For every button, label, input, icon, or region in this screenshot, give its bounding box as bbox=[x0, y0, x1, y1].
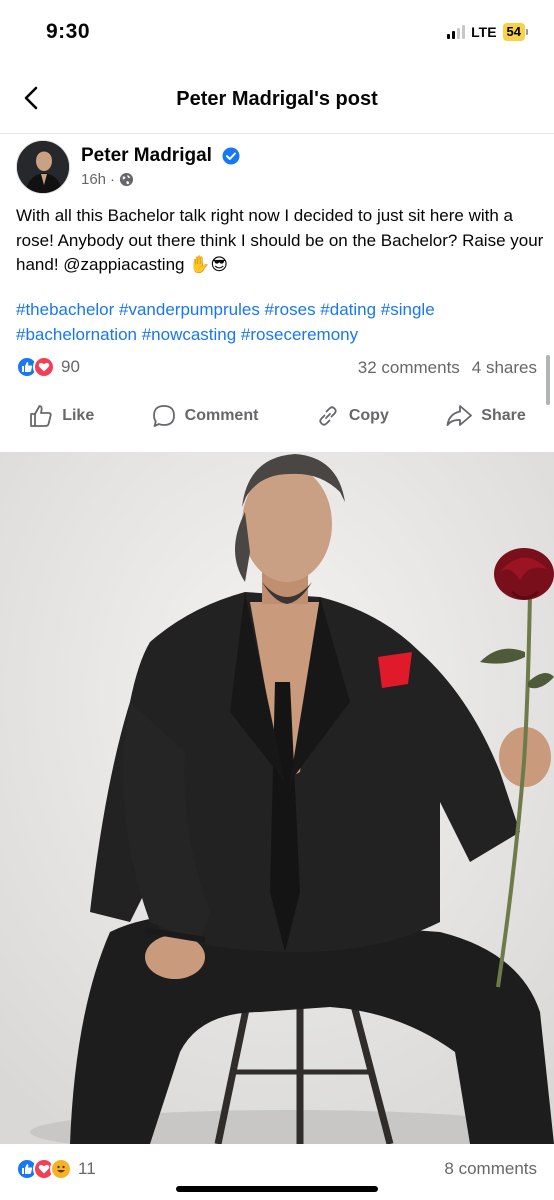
post-time[interactable]: 16h bbox=[81, 171, 106, 188]
copy-label: Copy bbox=[348, 407, 389, 424]
home-indicator[interactable] bbox=[176, 1186, 378, 1192]
comment-button[interactable]: Comment bbox=[151, 403, 259, 429]
post-header-bar: Peter Madrigal's post bbox=[0, 62, 554, 134]
post-hashtags[interactable]: #thebachelor #vanderpumprules #roses #da… bbox=[16, 298, 544, 347]
status-bar: 9:30 LTE 54 bbox=[0, 0, 554, 62]
haha-reaction-icon bbox=[50, 1158, 72, 1180]
action-bar: Like Comment Copy Share bbox=[0, 396, 554, 436]
share-arrow-icon bbox=[446, 405, 473, 426]
share-button[interactable]: Share bbox=[445, 403, 526, 429]
like-button[interactable]: Like bbox=[28, 403, 94, 429]
next-reaction-count: 11 bbox=[78, 1159, 96, 1178]
share-label: Share bbox=[481, 407, 526, 424]
page-title: Peter Madrigal's post bbox=[176, 88, 378, 110]
love-reaction-icon bbox=[33, 356, 55, 378]
post-stats: 32 comments 4 shares bbox=[358, 358, 537, 378]
comment-bubble-icon bbox=[152, 405, 175, 427]
status-indicators: LTE 54 bbox=[447, 23, 528, 41]
comment-label: Comment bbox=[184, 407, 259, 424]
next-reaction-summary[interactable]: 11 bbox=[16, 1158, 96, 1180]
section-divider bbox=[0, 440, 554, 452]
avatar[interactable] bbox=[16, 140, 70, 194]
battery-icon: 54 bbox=[502, 23, 528, 41]
share-count[interactable]: 4 shares bbox=[472, 358, 537, 378]
post-meta: 16h · bbox=[81, 171, 134, 188]
post-text: With all this Bachelor talk right now I … bbox=[16, 206, 544, 274]
comment-count[interactable]: 32 comments bbox=[358, 358, 460, 378]
link-icon bbox=[319, 406, 337, 426]
reaction-summary[interactable]: 90 bbox=[16, 356, 80, 378]
author-name[interactable]: Peter Madrigal bbox=[81, 145, 212, 167]
battery-level: 54 bbox=[502, 23, 525, 41]
signal-icon bbox=[447, 25, 466, 39]
like-label: Like bbox=[62, 407, 95, 424]
reaction-count: 90 bbox=[61, 357, 80, 376]
status-time: 9:30 bbox=[46, 20, 91, 43]
post-photo[interactable] bbox=[0, 452, 554, 1144]
verified-badge-icon bbox=[222, 147, 240, 170]
copy-button[interactable]: Copy bbox=[315, 403, 389, 429]
thumbs-up-icon bbox=[30, 405, 52, 427]
network-label: LTE bbox=[471, 24, 497, 40]
globe-icon bbox=[119, 172, 134, 187]
meta-dot: · bbox=[110, 171, 116, 188]
next-comment-count[interactable]: 8 comments bbox=[444, 1159, 537, 1179]
